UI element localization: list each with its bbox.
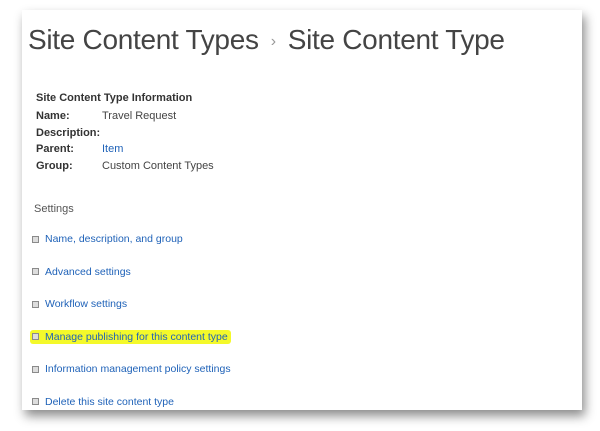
info-value: Travel Request <box>102 110 177 122</box>
info-row: Group: Custom Content Types <box>36 160 214 177</box>
breadcrumb-current: Site Content Type <box>287 24 505 55</box>
settings-item: Name, description, and group <box>30 232 234 265</box>
info-row: Parent: Item <box>36 143 214 160</box>
settings-link[interactable]: Manage publishing for this content type <box>45 331 228 343</box>
bullet-icon <box>32 365 39 373</box>
content-type-info: Site Content Type Information Name: Trave… <box>36 92 214 176</box>
bullet-icon <box>32 398 39 405</box>
settings-item: Manage publishing for this content type <box>30 329 234 363</box>
settings-link[interactable]: Workflow settings <box>45 298 127 310</box>
info-heading: Site Content Type Information <box>36 92 193 104</box>
parent-link[interactable]: Item <box>102 143 123 160</box>
info-row: Name: Travel Request <box>36 110 214 127</box>
info-label: Description: <box>36 126 101 139</box>
breadcrumb-separator-icon: › <box>270 32 276 50</box>
info-value: Custom Content Types <box>102 159 214 172</box>
bullet-icon <box>32 333 39 340</box>
info-label: Parent: <box>36 143 74 155</box>
settings-item: Information management policy settings <box>30 362 234 395</box>
settings-link[interactable]: Advanced settings <box>45 266 131 278</box>
settings-link[interactable]: Name, description, and group <box>45 233 183 245</box>
page-title: Site Content Types › Site Content Type <box>28 24 505 56</box>
info-label: Name: <box>36 110 70 122</box>
breadcrumb-parent-link[interactable]: Site Content Types <box>28 24 259 55</box>
settings-list: Name, description, and group Advanced set… <box>30 232 234 427</box>
settings-item: Workflow settings <box>30 297 234 330</box>
settings-link[interactable]: Delete this site content type <box>45 396 174 408</box>
settings-item: Advanced settings <box>30 265 234 298</box>
bullet-icon <box>32 300 39 308</box>
bullet-icon <box>32 235 39 243</box>
settings-heading: Settings <box>34 203 74 215</box>
info-row: Description: <box>36 127 214 144</box>
info-label: Group: <box>36 159 73 172</box>
page-panel: Site Content Types › Site Content Type Sit… <box>22 10 582 410</box>
settings-link[interactable]: Information management policy settings <box>45 363 231 375</box>
bullet-icon <box>32 268 39 275</box>
settings-item: Delete this site content type <box>30 395 234 428</box>
